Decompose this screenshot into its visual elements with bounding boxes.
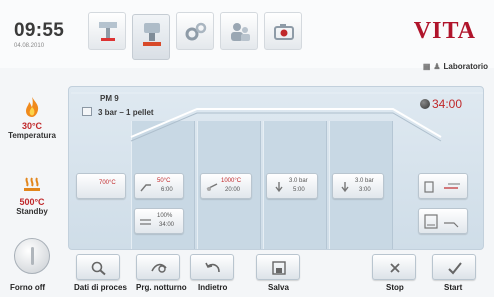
close-icon xyxy=(390,263,400,273)
heat-button[interactable]: 1000°C 20:00 xyxy=(200,173,252,199)
clock: 09:55 04.08.2010 xyxy=(14,20,64,49)
press-down-icon xyxy=(275,182,283,193)
vita-logo: VITA xyxy=(413,18,476,44)
pre-dry-time: 6:00 xyxy=(161,187,173,193)
tab-settings[interactable] xyxy=(176,12,214,50)
pressure-release-icon xyxy=(424,181,460,193)
start-button[interactable] xyxy=(432,254,476,280)
press2-pressure: 3.0 bar xyxy=(355,178,374,184)
heat-time: 20:00 xyxy=(225,187,241,193)
start-temp-button[interactable]: 700°C xyxy=(76,173,126,199)
cooling-time: 34:00 xyxy=(159,222,175,228)
back-label: Indietro xyxy=(198,283,228,292)
start-temp-value: 700°C xyxy=(99,180,116,186)
process-data-button[interactable] xyxy=(76,254,120,280)
rise-arrow-icon xyxy=(140,184,151,192)
furnace-off-label: Forno off xyxy=(10,283,46,292)
standby-value: 500°C xyxy=(19,197,45,207)
heat-rise-icon xyxy=(206,183,218,191)
camera-icon xyxy=(274,24,294,40)
header-bar: 09:55 04.08.2010 VITA xyxy=(0,0,494,68)
standby-status: 500°C Standby xyxy=(0,174,64,216)
grid-icon: ▦ xyxy=(422,62,431,71)
save-label: Salva xyxy=(268,283,289,292)
furnace-lift-icon xyxy=(99,22,117,41)
user-label: Laboratorio xyxy=(443,62,488,71)
cooling-percent: 100% xyxy=(157,213,173,219)
standby-label: Standby xyxy=(16,207,48,216)
tab-program[interactable] xyxy=(132,14,170,60)
pre-dry-button[interactable]: 50°C 6:00 xyxy=(134,173,184,199)
temperature-value: 30°C xyxy=(21,121,43,131)
magnifier-icon xyxy=(91,261,106,276)
process-data-label: Dati di proces xyxy=(74,283,127,292)
back-arrow-icon xyxy=(205,262,220,273)
program-checkbox[interactable] xyxy=(82,107,92,116)
back-button[interactable] xyxy=(190,254,234,280)
settings-gears-icon xyxy=(185,22,207,41)
check-icon xyxy=(448,262,462,275)
program-subtitle: 3 bar – 1 pellet xyxy=(98,108,154,117)
program-furnace-icon xyxy=(143,23,161,46)
tab-users[interactable] xyxy=(220,12,258,50)
tab-furnace[interactable] xyxy=(88,12,126,50)
press1-button[interactable]: 3.0 bar 5:00 xyxy=(266,173,318,199)
stop-button[interactable] xyxy=(372,254,416,280)
furnace-screen: 09:55 04.08.2010 VITA ▦ ♟ Laboratorio 30… xyxy=(0,0,494,297)
save-button[interactable] xyxy=(256,254,300,280)
press1-pressure: 3.0 bar xyxy=(289,178,308,184)
end-option-2-button[interactable] xyxy=(418,208,468,234)
start-label: Start xyxy=(444,283,463,292)
night-program-button[interactable] xyxy=(136,254,180,280)
clock-time: 09:55 xyxy=(14,20,65,41)
remaining-time: 34:00 xyxy=(432,97,463,111)
temperature-status: 30°C Temperatura xyxy=(0,96,64,140)
end-option-1-button[interactable] xyxy=(418,173,468,199)
program-name: PM 9 xyxy=(100,94,119,103)
power-knob-icon[interactable] xyxy=(14,238,50,274)
clock-date: 04.08.2010 xyxy=(14,43,45,49)
heat-waves-icon xyxy=(24,177,40,191)
tab-camera[interactable] xyxy=(264,12,302,50)
user-indicator[interactable]: ▦ ♟ Laboratorio xyxy=(423,62,488,71)
stop-label: Stop xyxy=(386,283,404,292)
flame-icon xyxy=(26,97,39,117)
night-program-icon xyxy=(151,263,167,273)
temperature-label: Temperatura xyxy=(8,131,56,140)
timer-icon xyxy=(420,99,430,109)
night-program-label: Prg. notturno xyxy=(136,283,187,292)
save-icon xyxy=(272,261,286,275)
press-down-icon xyxy=(341,182,349,193)
users-icon xyxy=(231,23,250,41)
cooling-button[interactable]: 100% 34:00 xyxy=(134,208,184,234)
press2-button[interactable]: 3.0 bar 3:00 xyxy=(332,173,384,199)
user-icon: ♟ xyxy=(433,62,441,71)
cooling-icon xyxy=(140,219,151,225)
heat-temp: 1000°C xyxy=(221,178,242,184)
chart-end-icon xyxy=(424,214,459,229)
press2-time: 3:00 xyxy=(359,187,371,193)
pre-dry-temp: 50°C xyxy=(157,178,171,184)
press1-time: 5:00 xyxy=(293,187,305,193)
